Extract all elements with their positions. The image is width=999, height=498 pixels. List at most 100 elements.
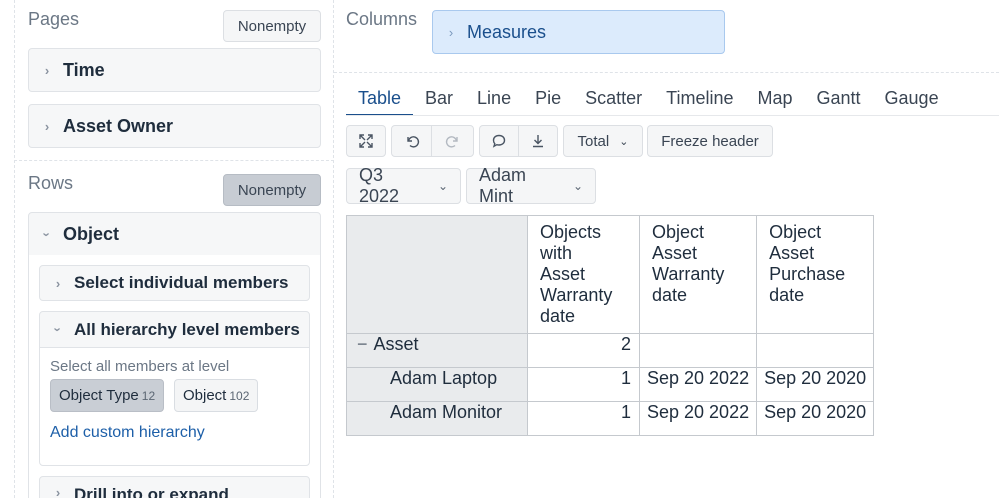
measures-dimension[interactable]: › Measures [432, 10, 725, 54]
header-line: Object [769, 222, 822, 242]
level-chip-object[interactable]: Object 102 [174, 379, 259, 412]
table-cell[interactable] [756, 333, 875, 368]
table-row: Adam Monitor 1 Sep 20 2022 Sep 20 2020 [346, 401, 875, 436]
rows-dimension-object[interactable]: › Object [28, 212, 321, 256]
add-custom-hierarchy-link[interactable]: Add custom hierarchy [50, 424, 205, 442]
header-line: Warranty [540, 285, 613, 305]
undo-icon [406, 136, 419, 148]
chevron-right-icon: › [448, 24, 454, 40]
tab-scatter[interactable]: Scatter [573, 84, 654, 116]
expand-icon [359, 134, 373, 148]
chip-count: 102 [229, 388, 250, 403]
header-line: Warranty [652, 264, 725, 284]
tab-line[interactable]: Line [465, 84, 523, 116]
table-cell[interactable]: Sep 20 2022 [638, 367, 758, 402]
select-individual-label: Select individual members [74, 273, 289, 292]
fullscreen-button[interactable] [346, 125, 386, 157]
header-line: Asset [652, 243, 698, 263]
columns-title: Columns [346, 9, 418, 29]
pages-dimension-time[interactable]: › Time [28, 48, 321, 92]
dimension-label: Asset Owner [63, 115, 174, 136]
chevron-down-icon: › [50, 327, 66, 332]
header-line: date [540, 306, 576, 326]
header-line: with [540, 243, 573, 263]
filter-time[interactable]: Q3 2022 ⌄ [346, 165, 461, 206]
chevron-right-icon: › [44, 62, 50, 78]
table-cell[interactable] [638, 333, 758, 368]
undo-button[interactable] [391, 125, 432, 157]
chip-count: 12 [141, 388, 156, 403]
select-individual-members[interactable]: › Select individual members [39, 265, 310, 301]
table-cell[interactable]: 2 [527, 333, 640, 368]
chevron-right-icon: › [55, 485, 61, 498]
header-line: Purchase [769, 264, 846, 284]
total-dropdown[interactable]: Total ⌄ [563, 125, 643, 157]
chevron-down-icon: ⌄ [619, 135, 629, 148]
report-table: Objects with Asset Warranty date Object … [346, 215, 875, 436]
table-cell[interactable]: Sep 20 2022 [638, 401, 758, 436]
chevron-right-icon: › [44, 118, 50, 134]
header-line: Asset [769, 243, 815, 263]
pages-title: Pages [28, 9, 80, 29]
table-cell[interactable]: 1 [527, 367, 640, 402]
tab-gauge[interactable]: Gauge [873, 84, 951, 116]
filter-asset-owner[interactable]: Adam Mint ⌄ [466, 165, 596, 206]
tab-timeline[interactable]: Timeline [654, 84, 745, 116]
comment-icon [492, 134, 506, 148]
column-header[interactable]: Objects with Asset Warranty date [527, 215, 640, 334]
filter-label: Adam Mint [479, 165, 527, 206]
redo-button[interactable] [431, 125, 474, 157]
total-label: Total [577, 132, 610, 150]
header-line: date [652, 285, 688, 305]
table-cell[interactable]: Sep 20 2020 [756, 367, 875, 402]
select-all-level-text: Select all members at level [50, 358, 230, 375]
dimension-label: Object [63, 223, 120, 244]
table-row: − Asset 2 [346, 333, 875, 368]
row-label: Adam Laptop [390, 368, 498, 388]
tab-map[interactable]: Map [745, 84, 804, 116]
collapse-icon[interactable]: − [357, 334, 368, 354]
header-line: Object [652, 222, 705, 242]
tab-pie[interactable]: Pie [523, 84, 573, 116]
redo-icon [445, 136, 458, 148]
header-line: Asset [540, 264, 586, 284]
column-header[interactable]: Object Asset Purchase date [756, 215, 875, 334]
table-row: Adam Laptop 1 Sep 20 2022 Sep 20 2020 [346, 367, 875, 402]
filter-label: Q3 2022 [359, 165, 400, 206]
chevron-right-icon: › [55, 275, 61, 291]
chevron-down-icon: ⌄ [572, 179, 583, 193]
level-chip-object-type[interactable]: Object Type 12 [50, 379, 165, 412]
view-tabs: Table Bar Line Pie Scatter Timeline Map … [346, 84, 951, 116]
row-header-adam-monitor[interactable]: Adam Monitor [346, 401, 528, 436]
pages-dimension-asset-owner[interactable]: › Asset Owner [28, 104, 321, 148]
tab-bar[interactable]: Bar [413, 84, 465, 116]
all-hierarchy-label: All hierarchy level members [74, 319, 300, 339]
header-row: Objects with Asset Warranty date Object … [346, 215, 875, 334]
table-cell[interactable]: 1 [527, 401, 640, 436]
row-header-adam-laptop[interactable]: Adam Laptop [346, 367, 528, 402]
measures-label: Measures [467, 21, 547, 42]
header-line: Objects [540, 222, 602, 242]
comment-button[interactable] [479, 125, 519, 157]
dimension-label: Time [63, 59, 105, 80]
column-header[interactable]: Object Asset Warranty date [638, 215, 758, 334]
drill-into-expand[interactable]: › Drill into or expand [39, 476, 310, 498]
drill-label: Drill into or expand [74, 485, 229, 498]
tab-table[interactable]: Table [346, 84, 414, 116]
chip-label: Object [183, 387, 227, 404]
export-button[interactable] [518, 125, 558, 157]
row-label: Asset [373, 334, 419, 354]
download-icon [533, 135, 543, 148]
all-hierarchy-level-members[interactable]: › All hierarchy level members [39, 311, 310, 348]
row-label: Adam Monitor [390, 402, 503, 422]
pages-nonempty-button[interactable]: Nonempty [223, 10, 321, 42]
chevron-down-icon: ⌄ [437, 179, 448, 193]
tab-gantt[interactable]: Gantt [805, 84, 873, 116]
table-cell[interactable]: Sep 20 2020 [756, 401, 875, 436]
header-line: date [769, 285, 805, 305]
rows-title: Rows [28, 173, 74, 193]
row-header-asset[interactable]: − Asset [346, 333, 528, 368]
corner-cell [346, 215, 528, 334]
freeze-header-button[interactable]: Freeze header [647, 125, 773, 157]
rows-nonempty-button[interactable]: Nonempty [223, 174, 321, 206]
